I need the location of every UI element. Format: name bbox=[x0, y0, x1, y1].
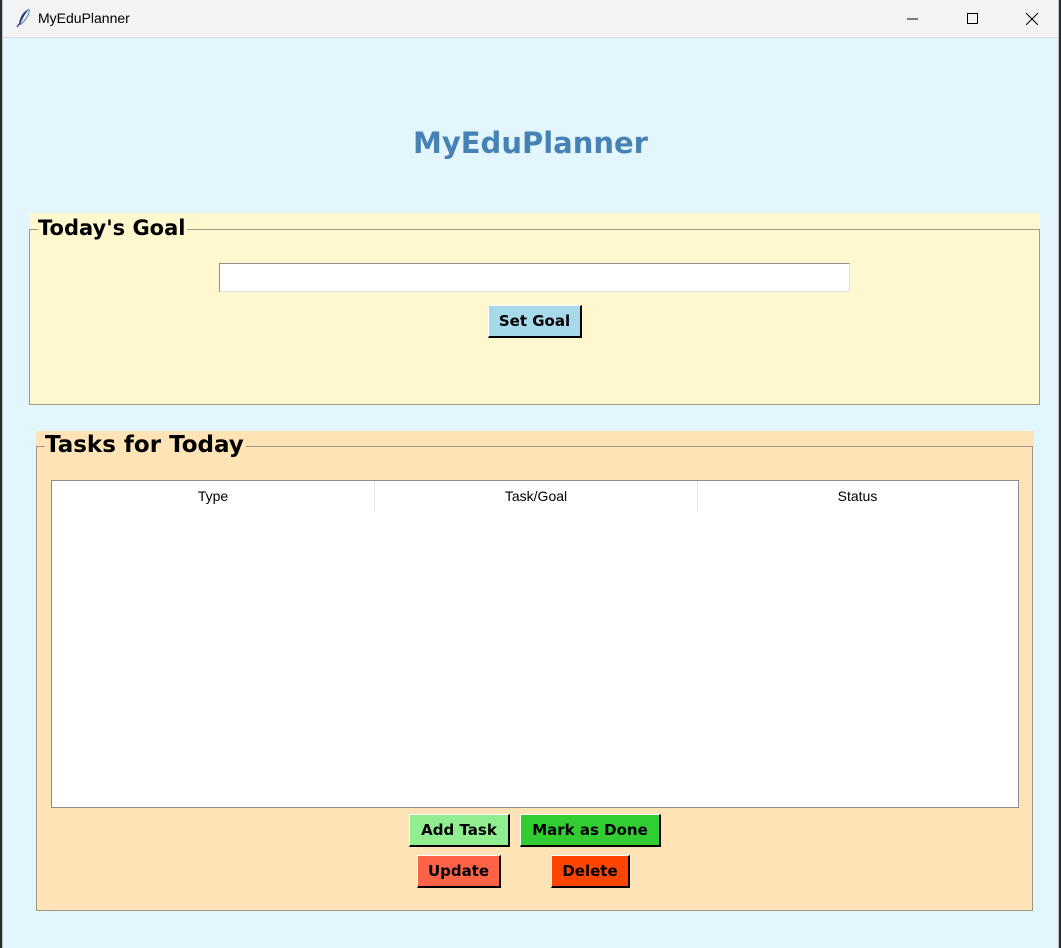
title-bar[interactable]: MyEduPlanner bbox=[3, 0, 1058, 38]
close-icon bbox=[1026, 13, 1038, 25]
app-window: MyEduPlanner MyEduPlanner Today's Goal S… bbox=[2, 0, 1059, 948]
tasks-table-header: Type Task/Goal Status bbox=[52, 481, 1018, 512]
tasks-table[interactable]: Type Task/Goal Status bbox=[51, 480, 1019, 808]
minimize-button[interactable] bbox=[884, 0, 942, 38]
mark-as-done-button[interactable]: Mark as Done bbox=[520, 814, 661, 847]
window-title: MyEduPlanner bbox=[38, 10, 130, 26]
maximize-icon bbox=[967, 13, 978, 24]
maximize-button[interactable] bbox=[944, 0, 1002, 38]
minimize-icon bbox=[907, 18, 918, 20]
feather-icon bbox=[16, 8, 30, 28]
column-header-type[interactable]: Type bbox=[52, 481, 375, 512]
close-button[interactable] bbox=[1003, 0, 1061, 38]
column-header-task-goal[interactable]: Task/Goal bbox=[375, 481, 698, 512]
column-header-status[interactable]: Status bbox=[698, 481, 1017, 512]
update-button[interactable]: Update bbox=[417, 855, 501, 888]
tasks-for-today-legend: Tasks for Today bbox=[45, 432, 246, 458]
todays-goal-legend: Today's Goal bbox=[38, 216, 188, 240]
set-goal-button[interactable]: Set Goal bbox=[488, 305, 582, 338]
app-heading: MyEduPlanner bbox=[412, 126, 648, 160]
add-task-button[interactable]: Add Task bbox=[409, 814, 510, 847]
delete-button[interactable]: Delete bbox=[551, 855, 630, 888]
goal-input[interactable] bbox=[219, 263, 850, 292]
